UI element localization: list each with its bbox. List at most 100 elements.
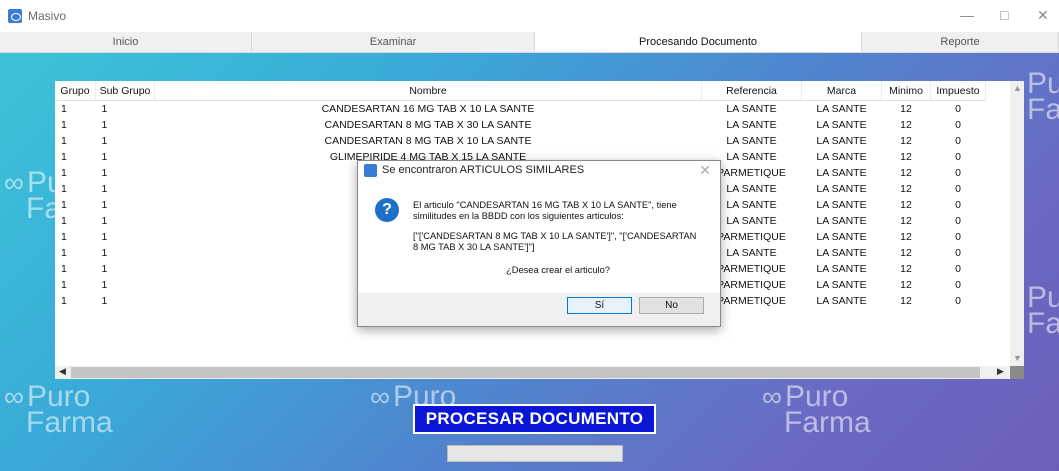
table-cell: 1 <box>61 151 67 163</box>
table-cell: LA SANTE <box>816 215 867 227</box>
table-cell: 1 <box>61 279 67 291</box>
column-header-marca[interactable]: Marca <box>801 81 882 101</box>
table-cell: 1 <box>101 135 108 147</box>
vertical-scrollbar[interactable]: ▲ ▼ <box>1010 81 1024 366</box>
table-cell: LA SANTE <box>816 151 867 163</box>
column-header-sub-grupo[interactable]: Sub Grupo <box>95 81 155 101</box>
table-cell: 0 <box>955 103 961 115</box>
tab-inicio[interactable]: Inicio <box>0 32 252 52</box>
table-cell: LA SANTE <box>816 247 867 259</box>
table-cell: LA SANTE <box>816 135 867 147</box>
brand-watermark: ∞PuroFarma <box>4 380 113 439</box>
question-icon: ? <box>375 198 399 222</box>
table-cell: 1 <box>101 247 108 259</box>
window-title: Masivo <box>28 9 67 23</box>
table-cell: LA SANTE <box>816 119 867 131</box>
brand-watermark: PuroFarma <box>1027 281 1059 340</box>
table-cell: LA SANTE <box>816 263 867 275</box>
progress-bar <box>447 445 623 462</box>
table-cell: 0 <box>955 295 961 307</box>
close-icon[interactable]: ✕ <box>1037 8 1049 22</box>
table-cell: 12 <box>900 183 912 195</box>
table-row[interactable]: 1 1 CANDESARTAN 16 MG TAB X 10 LA SANTE LA … <box>55 101 986 118</box>
table-cell: 12 <box>900 151 912 163</box>
no-button[interactable]: No <box>639 297 704 314</box>
horizontal-scrollbar[interactable]: ◀ ▶ <box>55 366 1024 379</box>
scrollbar-corner <box>1010 366 1024 379</box>
dialog-close-icon[interactable]: ✕ <box>699 162 711 179</box>
tab-reporte[interactable]: Reporte <box>862 32 1059 52</box>
table-cell: 0 <box>955 135 961 147</box>
table-cell: 1 <box>101 119 108 131</box>
table-cell: 12 <box>900 167 912 179</box>
table-cell: 1 <box>61 199 67 211</box>
tab-examinar[interactable]: Examinar <box>252 32 535 52</box>
column-header-impuesto[interactable]: Impuesto <box>930 81 986 101</box>
table-cell: 1 <box>61 135 67 147</box>
table-cell: LA SANTE <box>816 295 867 307</box>
dialog-title-bar: Se encontraron ARTICULOS SIMILARES ✕ <box>358 161 720 181</box>
table-cell: 1 <box>101 183 108 195</box>
table-cell: 12 <box>900 279 912 291</box>
scroll-down-icon[interactable]: ▼ <box>1013 353 1022 363</box>
maximize-icon[interactable]: □ <box>1000 8 1008 22</box>
yes-button[interactable]: Sí <box>567 297 632 314</box>
table-cell: LA SANTE <box>726 103 777 115</box>
column-header-minimo[interactable]: Minimo <box>881 81 931 101</box>
table-cell: CANDESARTAN 8 MG TAB X 10 LA SANTE <box>324 135 532 147</box>
dialog-question: ¿Desea crear el articulo? <box>506 265 610 275</box>
table-cell: CANDESARTAN 16 MG TAB X 10 LA SANTE <box>321 103 535 115</box>
similar-articles-dialog: Se encontraron ARTICULOS SIMILARES ✕ ? E… <box>357 160 721 327</box>
process-document-button[interactable]: PROCESAR DOCUMENTO <box>413 404 656 434</box>
table-cell: 0 <box>955 279 961 291</box>
table-cell: 12 <box>900 295 912 307</box>
column-header-grupo[interactable]: Grupo <box>55 81 96 101</box>
brand-watermark: ∞PuroFarma <box>762 380 871 439</box>
table-cell: 1 <box>101 151 108 163</box>
table-row[interactable]: 1 1 CANDESARTAN 8 MG TAB X 10 LA SANTE LA S… <box>55 133 986 149</box>
app-icon <box>8 9 22 23</box>
table-cell: 1 <box>101 103 108 115</box>
table-cell: 1 <box>61 263 67 275</box>
tab-procesando-documento[interactable]: Procesando Documento <box>535 32 862 52</box>
scroll-up-icon[interactable]: ▲ <box>1013 83 1022 93</box>
column-header-referencia[interactable]: Referencia <box>701 81 802 101</box>
table-row[interactable]: 1 1 CANDESARTAN 8 MG TAB X 30 LA SANTE LA S… <box>55 117 986 133</box>
brand-watermark: PuroFarma <box>1027 67 1059 126</box>
dialog-app-icon <box>364 164 377 177</box>
table-cell: LA SANTE <box>726 119 777 131</box>
scroll-right-icon[interactable]: ▶ <box>997 366 1004 377</box>
table-cell: 12 <box>900 263 912 275</box>
table-cell: 0 <box>955 263 961 275</box>
table-cell: LA SANTE <box>816 279 867 291</box>
table-cell: 1 <box>101 295 108 307</box>
table-cell: 0 <box>955 167 961 179</box>
dialog-footer: Sí No <box>358 293 720 326</box>
table-cell: LA SANTE <box>726 135 777 147</box>
tab-bar: Inicio Examinar Procesando Documento Rep… <box>0 32 1059 53</box>
table-cell: 12 <box>900 103 912 115</box>
table-cell: 12 <box>900 215 912 227</box>
scroll-left-icon[interactable]: ◀ <box>59 366 66 377</box>
table-cell: 1 <box>101 215 108 227</box>
table-cell: 0 <box>955 151 961 163</box>
scroll-thumb[interactable] <box>71 367 980 378</box>
table-cell: 12 <box>900 119 912 131</box>
title-bar: Masivo — □ ✕ <box>0 0 1059 32</box>
table-cell: 1 <box>61 247 67 259</box>
brand-logo-icon: ∞ <box>370 381 390 412</box>
table-cell: 0 <box>955 119 961 131</box>
table-cell: 1 <box>61 167 67 179</box>
table-cell: LA SANTE <box>816 183 867 195</box>
table-cell: 0 <box>955 247 961 259</box>
table-header-row: Grupo Sub Grupo Nombre Referencia Marca … <box>55 81 986 101</box>
table-cell: 1 <box>61 119 67 131</box>
table-cell: 0 <box>955 215 961 227</box>
column-header-nombre[interactable]: Nombre <box>154 81 702 101</box>
minimize-icon[interactable]: — <box>960 8 974 22</box>
table-cell: 1 <box>101 167 108 179</box>
dialog-message-line2: ["['CANDESARTAN 8 MG TAB X 10 LA SANTE']… <box>413 231 697 252</box>
table-cell: 1 <box>101 279 108 291</box>
table-cell: 12 <box>900 199 912 211</box>
table-cell: 12 <box>900 231 912 243</box>
